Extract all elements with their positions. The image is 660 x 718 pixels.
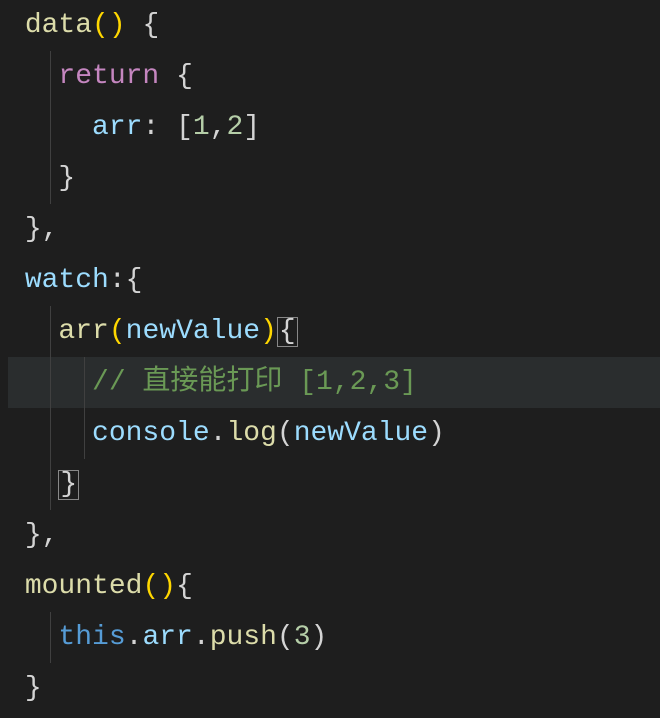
code-editor[interactable]: data() { return { arr: [1,2] } }, watch:… bbox=[0, 0, 660, 714]
method-push: push bbox=[210, 622, 277, 653]
arg-newvalue: newValue bbox=[294, 418, 428, 449]
keyword-return: return bbox=[58, 61, 159, 92]
method-log: log bbox=[226, 418, 276, 449]
property-watch: watch bbox=[25, 265, 109, 296]
param-newvalue: newValue bbox=[126, 316, 260, 347]
code-line: } bbox=[8, 663, 660, 714]
code-line: watch:{ bbox=[8, 255, 660, 306]
identifier-console: console bbox=[92, 418, 210, 449]
code-line: return { bbox=[8, 51, 660, 102]
code-line: }, bbox=[8, 204, 660, 255]
keyword-this: this bbox=[58, 622, 125, 653]
code-line: }, bbox=[8, 510, 660, 561]
code-line: mounted(){ bbox=[8, 561, 660, 612]
number-literal: 3 bbox=[294, 622, 311, 653]
code-line: data() { bbox=[8, 0, 660, 51]
code-line: arr: [1,2] bbox=[8, 102, 660, 153]
code-line: arr(newValue){ bbox=[8, 306, 660, 357]
code-line: } bbox=[8, 459, 660, 510]
code-line: this.arr.push(3) bbox=[8, 612, 660, 663]
method-mounted: mounted bbox=[25, 571, 143, 602]
method-arr: arr bbox=[58, 316, 108, 347]
comment: // 直接能打印 [1,2,3] bbox=[92, 367, 417, 398]
method-name: data bbox=[25, 10, 92, 41]
bracket-match-open: { bbox=[277, 317, 298, 347]
code-line: console.log(newValue) bbox=[8, 408, 660, 459]
code-line: } bbox=[8, 153, 660, 204]
property-arr: arr bbox=[142, 622, 192, 653]
code-line-highlighted: // 直接能打印 [1,2,3] bbox=[8, 357, 660, 408]
property-arr: arr bbox=[92, 112, 142, 143]
bracket-match-close: } bbox=[58, 470, 79, 500]
